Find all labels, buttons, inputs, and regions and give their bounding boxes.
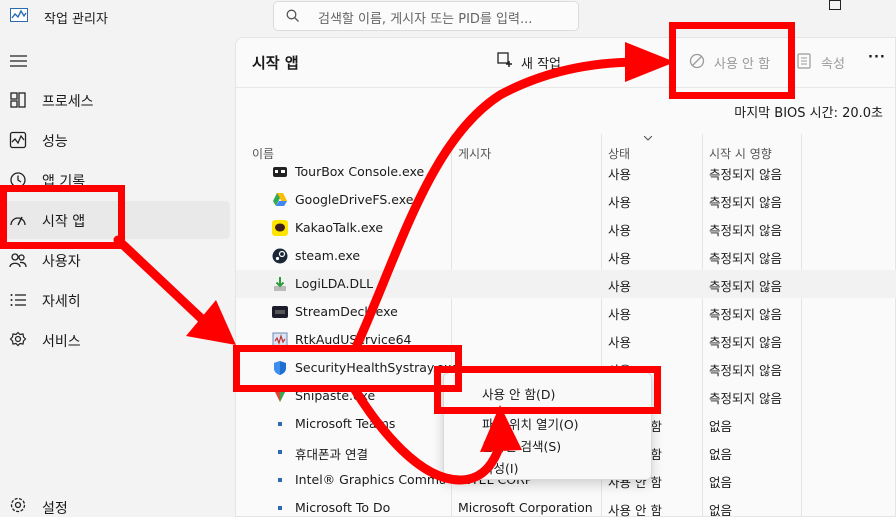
sidebar-item-label: 서비스 [42, 334, 81, 350]
snipaste-icon [274, 390, 286, 402]
sidebar-item-processes[interactable]: 프로세스 [0, 81, 230, 119]
more-options-icon[interactable]: ··· [868, 50, 886, 65]
google-drive-icon [273, 193, 287, 206]
steam-icon [272, 248, 288, 264]
sidebar-item-startup-apps[interactable]: 시작 앱 [4, 201, 230, 239]
properties-icon [797, 53, 811, 69]
new-task-icon [497, 52, 512, 67]
task-manager-icon [10, 8, 28, 22]
app-dot-icon [278, 450, 282, 454]
table-row[interactable]: Microsoft To Do Microsoft Corporation 사용… [236, 494, 896, 517]
app-dot-icon [278, 422, 282, 426]
sidebar-item-performance[interactable]: 성능 [0, 121, 230, 159]
tourbox-icon [273, 167, 287, 177]
processes-icon [10, 92, 26, 108]
streamdeck-icon [272, 306, 288, 318]
table-row[interactable]: RtkAudUService64 사용 측정되지 않음 [236, 326, 896, 354]
sidebar-item-settings[interactable]: 설정 [0, 494, 230, 517]
bios-time: 마지막 BIOS 시간: 20.0초 [734, 106, 883, 121]
sort-chevron-icon [644, 136, 652, 141]
menu-item-search-online[interactable]: 온라인 검색(S) [444, 433, 653, 455]
menu-item-properties[interactable]: 속성(I) [444, 455, 653, 477]
app-title: 작업 관리자 [44, 12, 108, 27]
realtek-audio-icon [272, 332, 288, 348]
maximize-button[interactable] [829, 0, 841, 10]
performance-icon [9, 131, 27, 149]
table-row[interactable]: KakaoTalk.exe 사용 측정되지 않음 [236, 214, 896, 242]
table-row[interactable]: TourBox Console.exe 사용 측정되지 않음 [236, 158, 896, 186]
page-title: 시작 앱 [252, 54, 299, 72]
search-box[interactable]: 검색할 이름, 게시자 또는 PID를 입력... [273, 1, 579, 31]
menu-item-disable[interactable]: 사용 안 함(D) [444, 381, 653, 403]
app-dot-icon [278, 478, 282, 482]
users-icon [9, 253, 27, 268]
sidebar-item-services[interactable]: 서비스 [0, 321, 230, 359]
table-row[interactable]: LogiLDA.DLL 사용 측정되지 않음 [236, 270, 896, 298]
sidebar-item-label: 시작 앱 [42, 214, 86, 230]
disable-icon [689, 53, 705, 69]
context-menu: 사용 안 함(D) 파일 위치 열기(O) 온라인 검색(S) 속성(I) [443, 372, 652, 480]
app-history-icon [10, 172, 26, 188]
sidebar-item-label: 앱 기록 [42, 174, 86, 190]
logitech-download-icon [274, 277, 286, 291]
windows-security-shield-icon [274, 361, 286, 375]
sidebar-item-label: 성능 [42, 134, 68, 150]
sidebar-item-label: 사용자 [42, 254, 81, 270]
table-row[interactable]: StreamDeck.exe 사용 측정되지 않음 [236, 298, 896, 326]
sidebar-item-label: 프로세스 [42, 94, 94, 110]
title-bar: 작업 관리자 검색할 이름, 게시자 또는 PID를 입력... [0, 0, 896, 34]
table-row[interactable]: steam.exe 사용 측정되지 않음 [236, 242, 896, 270]
menu-icon[interactable] [10, 55, 27, 67]
disable-label: 사용 안 함 [714, 57, 771, 72]
sidebar-item-label: 설정 [42, 501, 68, 517]
kakaotalk-icon [272, 220, 288, 236]
properties-label: 속성 [821, 57, 845, 72]
table-row[interactable]: GoogleDriveFS.exe 사용 측정되지 않음 [236, 186, 896, 214]
sidebar-item-label: 자세히 [42, 294, 81, 310]
gear-icon [10, 497, 26, 513]
details-icon [10, 294, 26, 306]
sidebar-item-details[interactable]: 자세히 [0, 281, 230, 319]
services-icon [9, 331, 27, 347]
new-task-label: 새 작업 [521, 57, 562, 72]
sidebar-item-app-history[interactable]: 앱 기록 [0, 161, 230, 199]
menu-item-open-file-location[interactable]: 파일 위치 열기(O) [444, 411, 653, 433]
search-input[interactable]: 검색할 이름, 게시자 또는 PID를 입력... [318, 8, 532, 27]
startup-icon [10, 216, 26, 226]
app-dot-icon [278, 506, 282, 510]
search-icon [286, 9, 299, 22]
toolbar-divider [236, 87, 895, 88]
sidebar-item-users[interactable]: 사용자 [0, 241, 230, 279]
